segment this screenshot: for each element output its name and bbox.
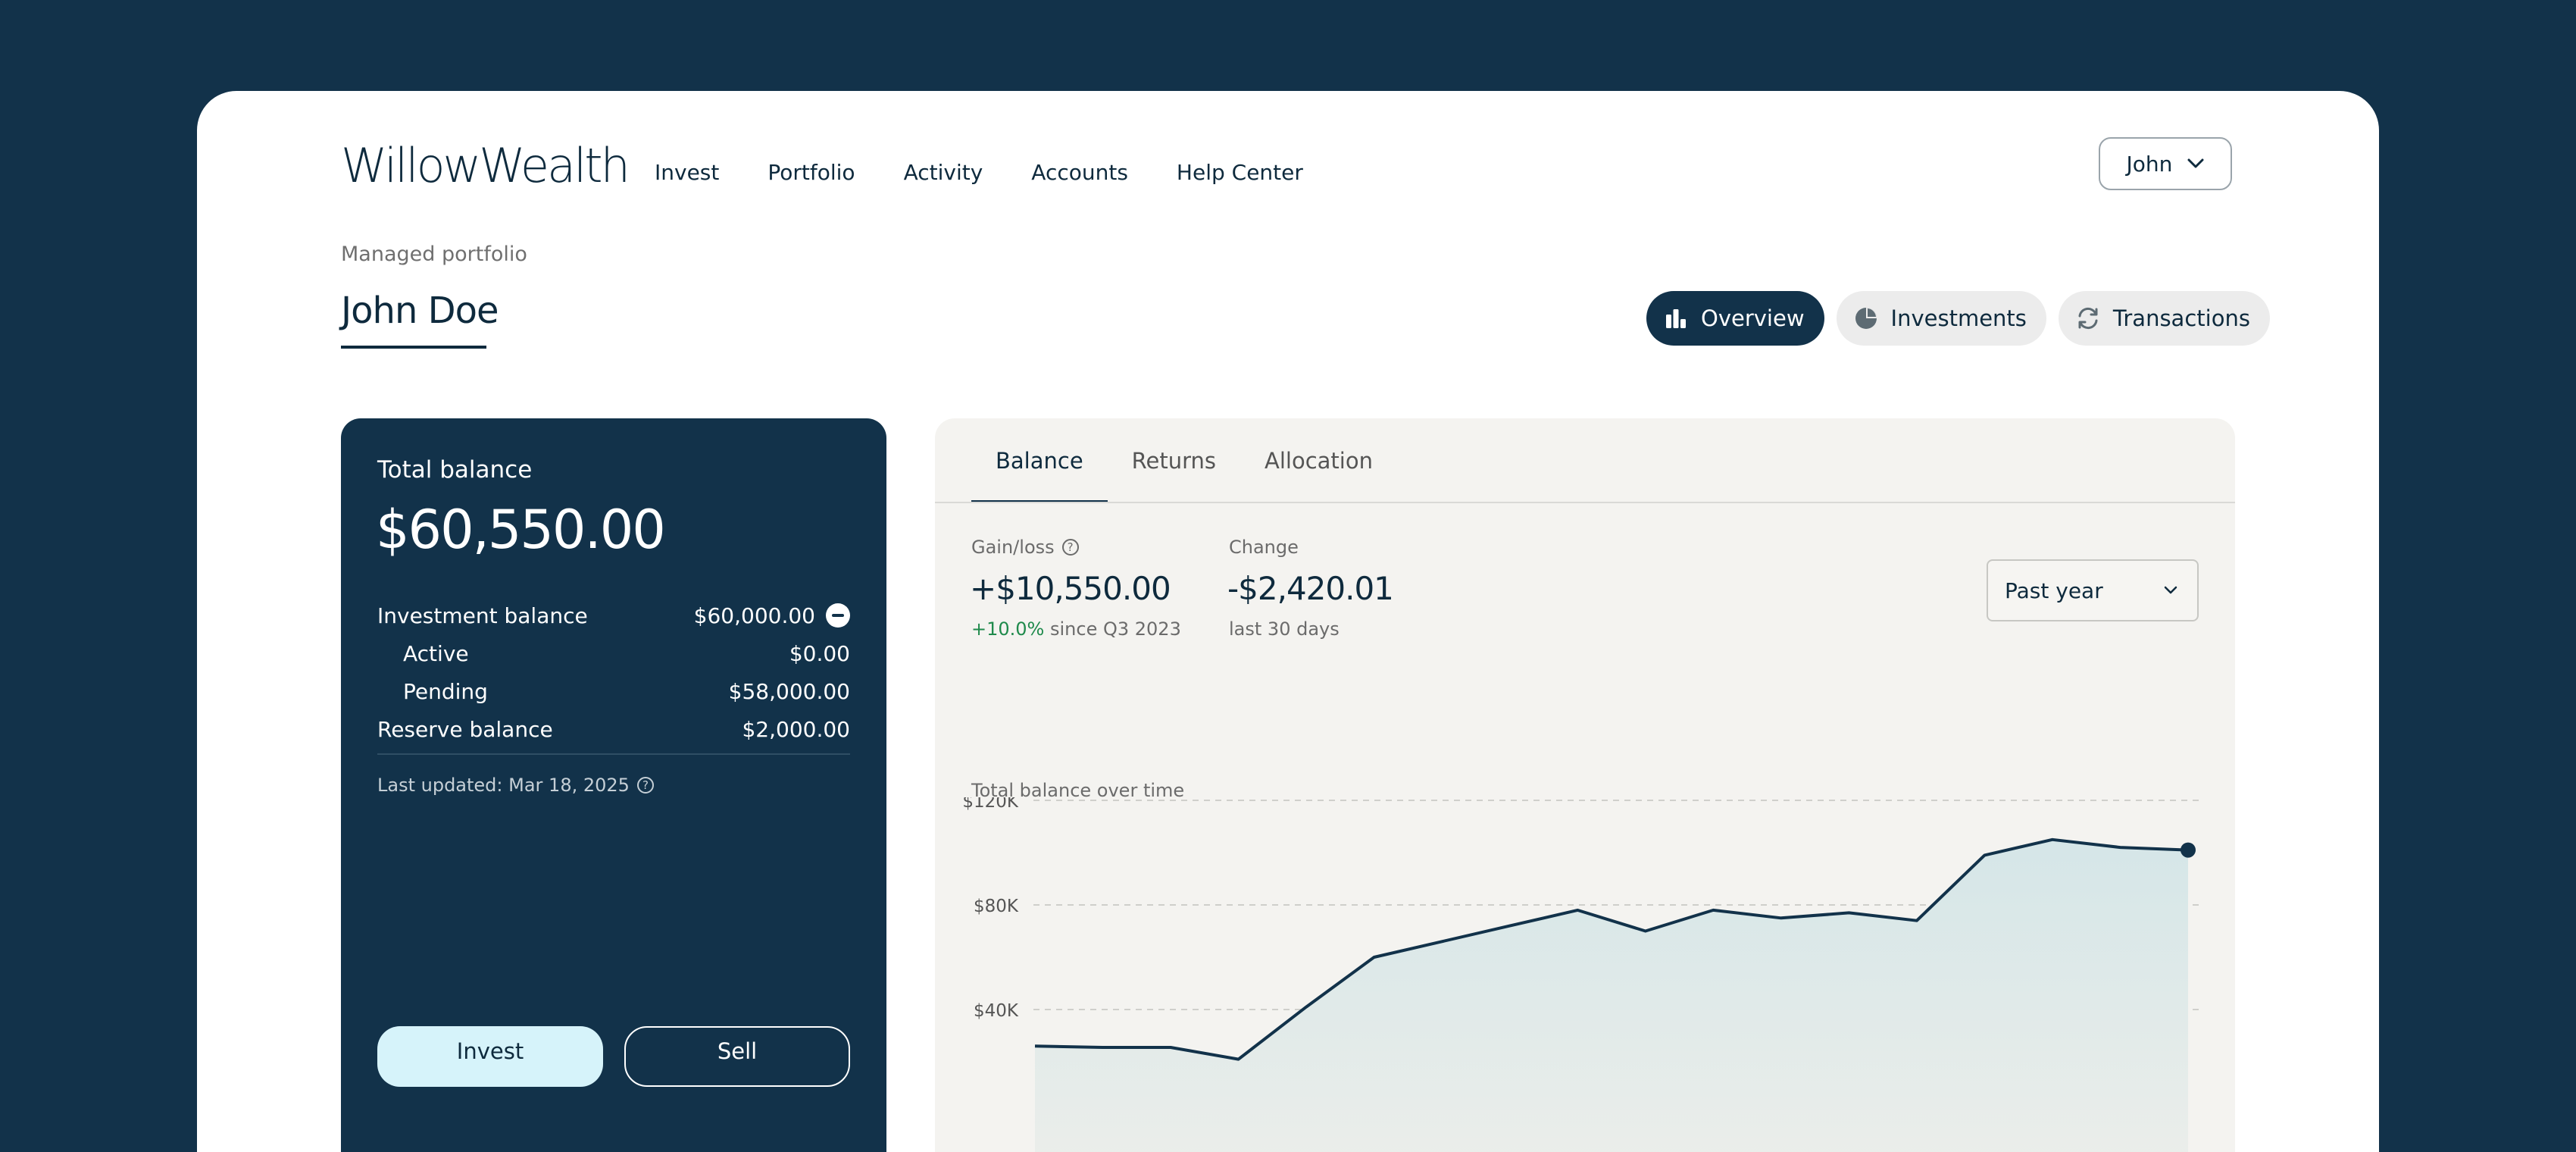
balance-chart: $120K $80K $40K [962,797,2200,1152]
tab-transactions[interactable]: Transactions [2058,291,2270,346]
last-updated: Last updated: Mar 18, 2025 ? [377,775,654,796]
tab-overview[interactable]: Overview [1646,291,1824,346]
bar-chart-icon [1663,305,1689,331]
balance-panel: Total balance $60,550.00 Investment bala… [341,418,886,1152]
change-value: -$2,420.01 [1227,570,1394,607]
balance-divider [377,753,850,755]
pending-value: $58,000.00 [728,678,850,704]
refresh-icon [2075,305,2101,331]
help-icon[interactable]: ? [636,777,654,794]
reserve-balance-row: Reserve balance $2,000.00 [377,714,850,744]
pie-chart-icon [1853,305,1879,331]
tab-investments-label: Investments [1890,305,2027,331]
chevron-down-icon [2164,586,2177,594]
total-balance-amount: $60,550.00 [376,499,666,561]
page-title: John Doe [341,290,499,332]
nav-accounts[interactable]: Accounts [1031,152,1128,194]
active-label: Active [403,640,469,666]
user-menu-button[interactable]: John [2099,137,2232,190]
reserve-balance-label: Reserve balance [377,716,553,742]
chart-tabs-divider [935,502,2235,503]
tab-balance[interactable]: Balance [971,418,1108,503]
y-tick-label: $80K [974,897,1019,916]
balance-area [1035,839,2188,1152]
change-note: last 30 days [1229,618,1340,640]
gain-loss-value: +$10,550.00 [970,570,1171,607]
gain-loss-label-group: Gain/loss ? [971,537,1079,558]
gain-loss-since: since Q3 2023 [1050,618,1181,640]
nav-activity[interactable]: Activity [904,152,983,194]
main-nav: Invest Portfolio Activity Accounts Help … [655,152,1352,194]
time-range-select[interactable]: Past year [1987,559,2199,621]
minus-circle-icon[interactable] [826,603,850,628]
active-row: Active $0.00 [403,638,850,668]
time-range-value: Past year [2005,578,2103,603]
gain-loss-label: Gain/loss [971,537,1055,558]
gain-loss-delta: +10.0% [971,618,1045,640]
last-updated-text: Last updated: Mar 18, 2025 [377,775,630,796]
y-tick-label: $120K [962,797,1019,812]
y-tick-label: $40K [974,1001,1019,1021]
tab-investments[interactable]: Investments [1836,291,2046,346]
invest-button[interactable]: Invest [377,1026,603,1087]
tab-overview-label: Overview [1701,305,1805,331]
help-icon[interactable]: ? [1061,539,1079,556]
nav-portfolio[interactable]: Portfolio [767,152,855,194]
page-title-underline [341,346,486,349]
total-balance-label: Total balance [377,456,533,484]
change-label: Change [1229,537,1299,558]
investment-balance-row: Investment balance $60,000.00 [377,600,850,631]
tab-allocation[interactable]: Allocation [1240,418,1397,503]
gain-loss-note: +10.0% since Q3 2023 [971,618,1181,640]
sell-button[interactable]: Sell [624,1026,850,1087]
nav-invest[interactable]: Invest [655,152,719,194]
nav-help-center[interactable]: Help Center [1177,152,1303,194]
main-card: WillowWealth Invest Portfolio Activity A… [197,91,2379,1152]
chart-tabs: Balance Returns Allocation [971,418,1397,503]
investment-balance-value: $60,000.00 [693,603,815,628]
brand-logo[interactable]: WillowWealth [341,138,630,193]
tab-returns[interactable]: Returns [1108,418,1240,503]
pending-label: Pending [403,678,488,704]
chevron-down-icon [2187,158,2204,168]
latest-point[interactable] [2181,842,2196,858]
page-subtitle: Managed portfolio [341,243,527,266]
pending-row: Pending $58,000.00 [403,676,850,706]
active-value: $0.00 [789,640,850,666]
tab-transactions-label: Transactions [2112,305,2250,331]
user-menu-label: John [2126,151,2173,177]
investment-balance-label: Investment balance [377,603,588,628]
reserve-balance-value: $2,000.00 [742,716,850,742]
view-tabs: Overview Investments Transactions [1646,291,2270,346]
chart-panel: Balance Returns Allocation Gain/loss ? +… [935,418,2235,1152]
